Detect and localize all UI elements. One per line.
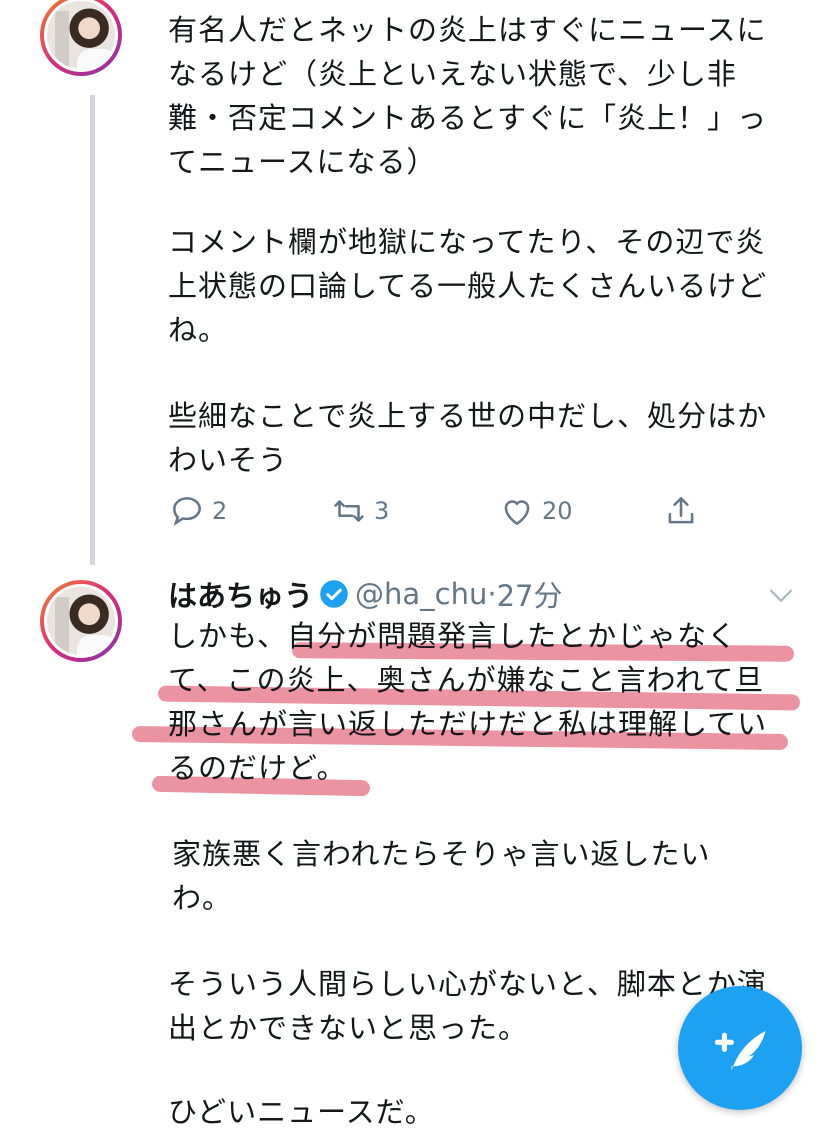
compose-icon xyxy=(714,1031,766,1071)
share-button[interactable] xyxy=(662,492,700,530)
retweet-button[interactable]: 3 xyxy=(330,492,389,530)
share-icon xyxy=(668,497,694,524)
tweet-paragraph: 家族悪く言われたらそりゃ言い返したい わ。 xyxy=(172,837,711,915)
like-button[interactable]: 20 xyxy=(498,492,573,530)
display-name[interactable]: はあちゅう xyxy=(168,573,313,615)
verified-icon xyxy=(320,580,348,608)
tweet-paragraph: 些細なことで炎上する世の中だし、処分はか わいそう xyxy=(168,399,768,477)
tweet-text: 些細なことで炎上する世の中だし、処分はか わいそう xyxy=(168,394,798,482)
avatar[interactable] xyxy=(40,580,122,662)
retweet-count: 3 xyxy=(374,497,390,525)
user-handle[interactable]: @ha_chu xyxy=(355,577,487,611)
tweet-text: コメント欄が地獄になってたり、その辺で炎 上状態の口論してる一般人たくさんいるけ… xyxy=(168,220,798,352)
thread-connector-line xyxy=(90,95,95,565)
avatar[interactable] xyxy=(40,0,122,76)
timestamp[interactable]: 27分 xyxy=(497,573,563,615)
reply-icon xyxy=(173,497,201,526)
tweet-text: しかも、自分が問題発言したとかじゃなく て、この炎上、奥さんが嫌なこと言われて旦… xyxy=(168,614,798,790)
chevron-down-icon[interactable] xyxy=(764,578,798,612)
tweet-paragraph: 有名人だとネットの炎上はすぐにニュースに なるけど（炎上といえない状態で、少し非… xyxy=(168,13,768,179)
retweet-icon xyxy=(334,500,364,522)
tweet-header: はあちゅう @ha_chu · 27分 xyxy=(168,574,798,614)
tweet-paragraph: しかも、自分が問題発言したとかじゃなく て、この炎上、奥さんが嫌なこと言われて旦… xyxy=(168,619,768,785)
tweet-text: 家族悪く言われたらそりゃ言い返したい わ。 xyxy=(172,832,802,920)
tweet-text: 有名人だとネットの炎上はすぐにニュースに なるけど（炎上といえない状態で、少し非… xyxy=(168,8,798,184)
avatar-photo xyxy=(44,584,118,658)
like-count: 20 xyxy=(542,497,573,525)
tweet-action-bar: 2 3 20 xyxy=(168,492,728,532)
reply-count: 2 xyxy=(212,497,228,525)
tweet-paragraph: コメント欄が地獄になってたり、その辺で炎 上状態の口論してる一般人たくさんいるけ… xyxy=(168,225,768,347)
separator-dot: · xyxy=(487,577,497,611)
compose-tweet-button[interactable] xyxy=(678,986,802,1110)
like-icon xyxy=(504,500,530,526)
avatar-photo xyxy=(44,0,118,72)
reply-button[interactable]: 2 xyxy=(168,492,227,530)
